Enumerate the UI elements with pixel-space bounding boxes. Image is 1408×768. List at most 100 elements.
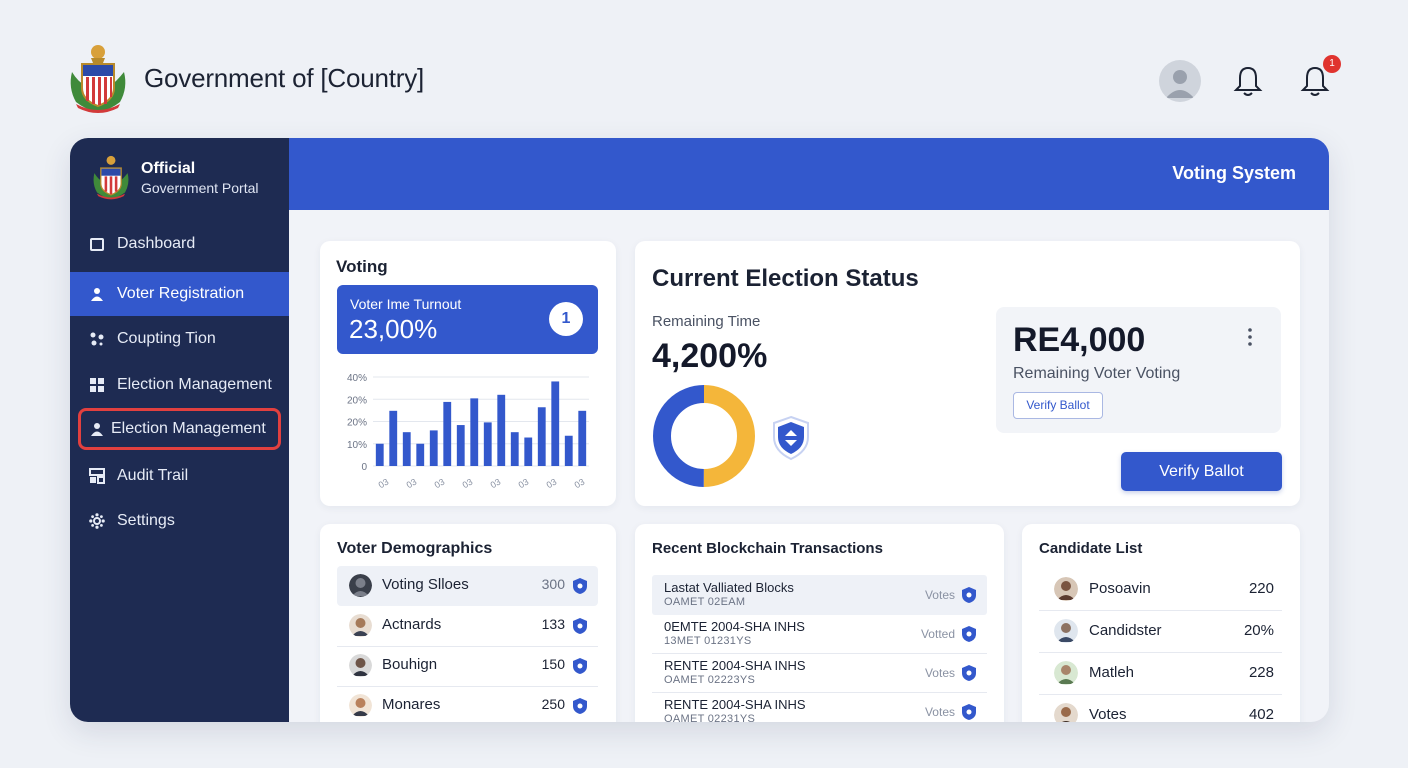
sidebar-item-election-management[interactable]: Election Management (70, 363, 289, 407)
sidebar-item-voter-registration[interactable]: Voter Registration (70, 272, 289, 316)
candidate-row[interactable]: Votes 402 (1039, 694, 1282, 722)
chart-y-tick-label: 40% (347, 373, 367, 384)
blockchain-transactions-card: Recent Blockchain Transactions Lastat Va… (635, 524, 1004, 722)
verify-ballot-outline-button[interactable]: Verify Ballot (1013, 392, 1103, 419)
audit-icon (89, 468, 105, 484)
sidebar-item-label: Audit Trail (117, 467, 189, 484)
card-title: Candidate List (1039, 540, 1143, 557)
shield-icon (572, 617, 588, 635)
chart-bar (524, 437, 533, 466)
chart-bar (483, 422, 492, 466)
avatar (349, 614, 372, 637)
sidebar-item-label: Coupting Tion (117, 330, 216, 347)
list-item[interactable]: Monares 250 (337, 686, 598, 722)
turnout-badge[interactable]: 1 (549, 302, 583, 336)
coat-of-arms-small-logo (90, 154, 132, 200)
candidate-name: Matleh (1089, 664, 1135, 681)
avatar (349, 654, 372, 677)
sidebar-item-label: Election Management (117, 376, 272, 393)
avatar (1054, 577, 1078, 601)
transaction-status: Votted (920, 627, 955, 641)
sidebar-item-label: Settings (117, 512, 175, 529)
candidate-list-card: Candidate List Posoavin 220 Candidster 2… (1022, 524, 1300, 722)
list-item-value: 150 (541, 656, 565, 672)
candidate-votes: 402 (1248, 706, 1274, 722)
chart-x-tick-label: 03 (489, 477, 503, 491)
chart-bar (578, 410, 587, 466)
candidate-votes: 20% (1243, 622, 1274, 639)
transaction-row[interactable]: 0EMTE 2004-SHA INHS 13MET 01231YS Votted (652, 614, 987, 654)
chart-bar (429, 430, 438, 466)
chart-x-tick-label: 03 (461, 477, 475, 491)
more-options-icon[interactable] (1242, 327, 1258, 347)
candidate-row[interactable]: Matleh 228 (1039, 652, 1282, 694)
chart-bar (497, 394, 506, 466)
list-item-name: Monares (382, 696, 441, 713)
card-title: Voter Demographics (337, 540, 493, 557)
app-window: Official Government Portal Dashboard Vot… (70, 138, 1329, 722)
list-item-name: Voting Slloes (382, 576, 469, 593)
avatar (1054, 619, 1078, 643)
chart-y-tick-label: 10% (347, 440, 367, 451)
chart-bar (510, 432, 519, 466)
brand-name: Official (141, 160, 196, 177)
user-avatar[interactable] (1159, 60, 1201, 102)
bell-icon[interactable] (1233, 64, 1263, 98)
candidate-votes: 220 (1248, 580, 1274, 597)
transaction-row[interactable]: Lastat Valliated Blocks OAMET 02EAM Vote… (652, 575, 987, 615)
transaction-row[interactable]: RENTE 2004-SHA INHS OAMET 02231YS Votes (652, 692, 987, 722)
chart-bar (551, 381, 560, 466)
chart-y-tick-label: 20% (347, 418, 367, 429)
chart-bar (443, 401, 452, 466)
avatar (1054, 703, 1078, 722)
turnout-label: Voter Ime Turnout (350, 296, 462, 312)
sidebar-item-dashboard[interactable]: Dashboard (70, 222, 289, 266)
verify-ballot-button[interactable]: Verify Ballot (1121, 452, 1282, 491)
shield-icon (961, 586, 977, 604)
candidate-row[interactable]: Posoavin 220 (1039, 568, 1282, 610)
list-item-value: 300 (541, 576, 565, 592)
main-header-bar: Voting System (289, 138, 1329, 210)
chart-x-tick-label: 03 (377, 477, 391, 491)
page-title: Government of [Country] (144, 63, 425, 93)
sidebar-item-settings[interactable]: Settings (70, 499, 289, 543)
gear-icon (89, 513, 105, 529)
chart-bar (456, 425, 465, 466)
chart-x-tick-label: 03 (433, 477, 447, 491)
candidate-row[interactable]: Candidster 20% (1039, 610, 1282, 652)
transaction-meta: OAMET 02223YS (664, 674, 756, 686)
notification-badge: 1 (1323, 55, 1341, 73)
voter-demographics-card: Voter Demographics Voting Slloes 300 Act… (320, 524, 616, 722)
card-title: Recent Blockchain Transactions (652, 540, 883, 557)
avatar (349, 574, 372, 597)
user-icon (89, 421, 105, 437)
list-item[interactable]: Voting Slloes 300 (337, 566, 598, 606)
transaction-row[interactable]: RENTE 2004-SHA INHS OAMET 02223YS Votes (652, 653, 987, 693)
candidate-name: Posoavin (1089, 580, 1151, 597)
user-icon (89, 286, 105, 302)
shield-icon (572, 697, 588, 715)
candidate-name: Votes (1089, 706, 1127, 722)
dashboard-icon (89, 236, 105, 252)
sidebar-item-label: Election Management (111, 420, 266, 437)
card-title: Current Election Status (652, 265, 919, 292)
shield-icon (572, 657, 588, 675)
sidebar-item-audit-trail[interactable]: Audit Trail (70, 454, 289, 498)
transaction-hash: RENTE 2004-SHA INHS (664, 697, 806, 712)
sidebar: Official Government Portal Dashboard Vot… (70, 138, 289, 722)
avatar (349, 694, 372, 717)
transaction-status: Votes (924, 588, 955, 602)
shield-icon (961, 625, 977, 643)
transaction-hash: 0EMTE 2004-SHA INHS (664, 619, 805, 634)
shield-icon (572, 577, 588, 595)
chart-bar (537, 407, 546, 466)
list-item[interactable]: Bouhign 150 (337, 646, 598, 686)
top-header: Government of [Country] 1 (0, 0, 1408, 130)
sidebar-item-counting[interactable]: Coupting Tion (70, 317, 289, 361)
list-item-value: 133 (541, 616, 565, 632)
list-item[interactable]: Actnards 133 (337, 606, 598, 646)
chart-y-tick-label: 0 (361, 462, 367, 473)
transaction-hash: Lastat Valliated Blocks (664, 580, 794, 595)
chart-x-tick-label: 03 (517, 477, 531, 491)
sidebar-item-election-management-selected[interactable]: Election Management (78, 408, 281, 450)
